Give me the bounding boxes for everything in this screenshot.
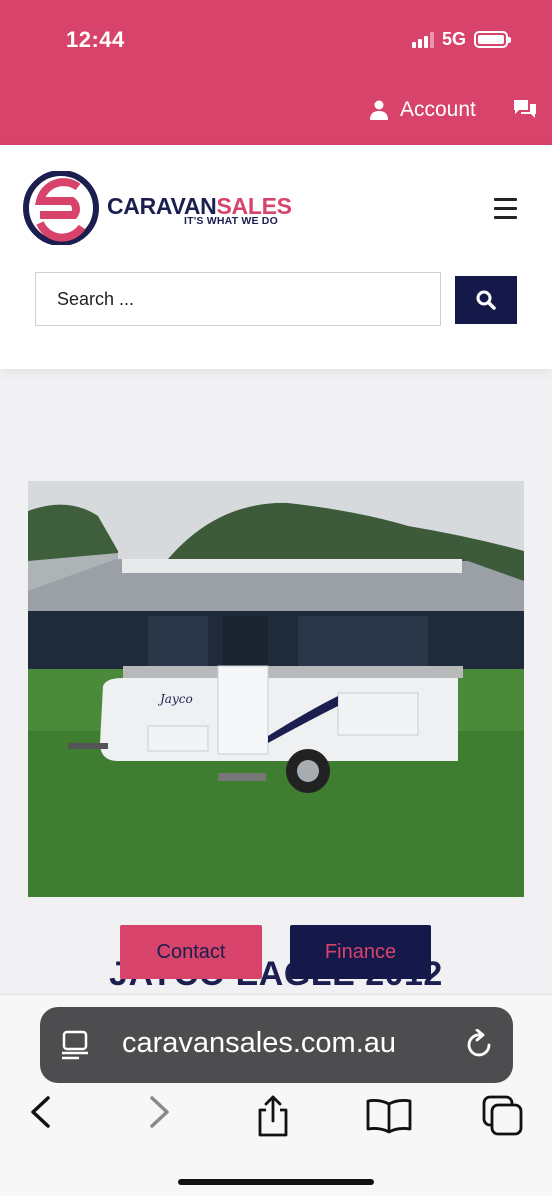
tabs-icon[interactable]: [482, 1095, 524, 1137]
status-time: 12:44: [66, 27, 125, 52]
user-icon: [370, 100, 388, 120]
share-icon[interactable]: [256, 1095, 290, 1137]
address-bar[interactable]: caravansales.com.au: [40, 1007, 513, 1083]
listing-photo[interactable]: Jayco: [28, 481, 524, 897]
listing-title: JAYCO EAGLE 2012: [109, 955, 443, 993]
caravansales-logo-icon[interactable]: [20, 171, 102, 245]
contact-button[interactable]: Contact: [120, 925, 262, 979]
reload-icon[interactable]: [465, 1029, 495, 1061]
search-icon: [476, 290, 496, 310]
back-icon[interactable]: [28, 1095, 52, 1129]
reader-icon[interactable]: [61, 1030, 89, 1060]
top-bar: 12:44 5G Account: [0, 0, 552, 145]
brand-tagline: IT'S WHAT WE DO: [184, 215, 278, 227]
home-indicator[interactable]: [178, 1179, 374, 1185]
battery-icon: [474, 31, 511, 48]
bookmarks-icon[interactable]: [366, 1098, 412, 1134]
signal-icon: [411, 31, 434, 48]
finance-button[interactable]: Finance: [290, 925, 431, 979]
account-label: Account: [400, 98, 476, 121]
browser-toolbar: [0, 1095, 552, 1139]
chat-icon[interactable]: [513, 99, 537, 120]
search-input[interactable]: Search ...: [35, 272, 441, 326]
account-link[interactable]: Account: [370, 98, 476, 122]
site-header: CARAVANSALES IT'S WHAT WE DO Search ...: [0, 145, 552, 369]
browser-chrome: caravansales.com.au: [0, 994, 552, 1196]
jayco-badge: Jayco: [157, 692, 193, 706]
status-indicators: 5G: [411, 29, 511, 50]
hamburger-menu-icon[interactable]: [494, 198, 517, 225]
forward-icon[interactable]: [148, 1095, 172, 1129]
search-button[interactable]: [455, 276, 517, 324]
url-text: caravansales.com.au: [122, 1027, 397, 1059]
network-type: 5G: [441, 29, 466, 49]
